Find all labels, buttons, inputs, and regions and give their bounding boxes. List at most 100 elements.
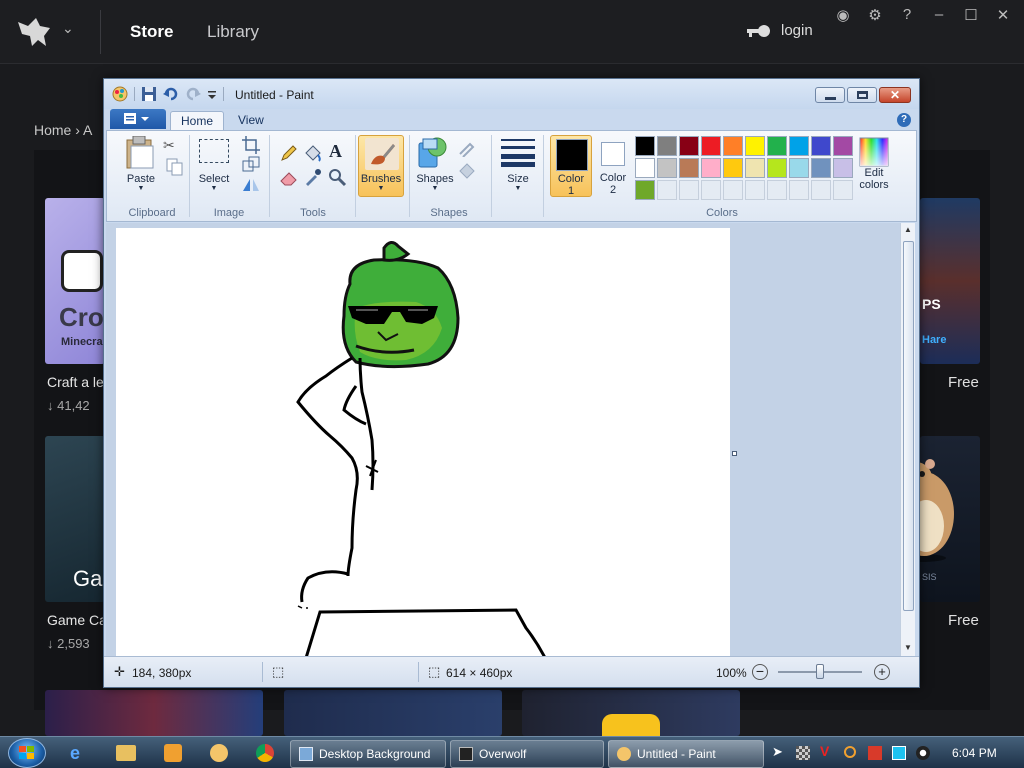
shapes-icon[interactable] (417, 137, 451, 169)
chevron-down-icon[interactable]: ⌄ (62, 20, 74, 37)
palette-custom-slot[interactable] (811, 180, 831, 200)
edit-colors-icon[interactable] (859, 137, 889, 167)
palette-color-swatch[interactable] (657, 158, 677, 178)
close-button[interactable]: ✕ (879, 87, 911, 103)
vertical-scrollbar[interactable]: ▲ ▼ (900, 223, 915, 656)
palette-color-swatch[interactable] (745, 158, 765, 178)
taskbar-button-paint[interactable]: Untitled - Paint (608, 740, 764, 768)
app-card-thumb[interactable] (45, 690, 263, 736)
paste-dropdown-icon[interactable]: ▼ (135, 185, 147, 192)
palette-color-swatch[interactable] (635, 136, 655, 156)
tab-view[interactable]: View (228, 111, 274, 131)
palette-custom-slot[interactable] (789, 180, 809, 200)
tray-flag-icon[interactable] (868, 746, 882, 760)
eraser-icon[interactable] (279, 167, 299, 187)
zoom-slider[interactable] (778, 664, 862, 679)
color1-button[interactable]: Color 1 (550, 135, 592, 197)
palette-color-swatch[interactable] (833, 136, 853, 156)
palette-custom-slot[interactable] (833, 180, 853, 200)
start-button[interactable] (8, 738, 46, 768)
canvas-resize-handle[interactable] (732, 451, 737, 456)
minimize-icon[interactable]: – (930, 6, 948, 24)
breadcrumb-next[interactable]: A (83, 122, 92, 138)
palette-color-swatch[interactable] (679, 136, 699, 156)
palette-color-swatch[interactable] (833, 158, 853, 178)
internet-explorer-icon[interactable]: e (70, 743, 90, 763)
zoom-in-button[interactable]: + (874, 664, 890, 680)
palette-color-swatch[interactable] (635, 158, 655, 178)
palette-color-swatch[interactable] (767, 136, 787, 156)
tray-v-icon[interactable]: V (820, 743, 834, 759)
tray-display-icon[interactable] (892, 746, 906, 760)
shape-fill-icon[interactable] (457, 159, 477, 179)
paste-label[interactable]: Paste (123, 173, 159, 185)
app-card-thumb[interactable]: PS Hare (920, 198, 980, 364)
tray-checker-icon[interactable] (796, 746, 810, 760)
scrollbar-thumb[interactable] (903, 241, 914, 611)
size-label[interactable]: Size (499, 173, 537, 185)
edit-colors-label[interactable]: Edit (853, 167, 895, 179)
palette-color-swatch[interactable] (635, 180, 655, 200)
scroll-down-icon[interactable]: ▼ (904, 643, 912, 652)
taskbar-button-desktop-background[interactable]: Desktop Background (290, 740, 446, 768)
color-picker-icon[interactable] (303, 167, 323, 187)
tab-home[interactable]: Home (170, 111, 225, 131)
magnifier-icon[interactable] (327, 167, 347, 187)
restore-button[interactable] (847, 87, 877, 103)
paint-taskbar-icon[interactable] (210, 744, 228, 762)
paste-icon[interactable] (125, 136, 157, 170)
outline-icon[interactable] (457, 137, 477, 157)
select-icon[interactable] (199, 139, 229, 163)
palette-custom-slot[interactable] (723, 180, 743, 200)
palette-color-swatch[interactable] (789, 158, 809, 178)
shapes-label[interactable]: Shapes (413, 173, 457, 185)
breadcrumb-home[interactable]: Home (34, 122, 71, 138)
palette-color-swatch[interactable] (657, 136, 677, 156)
help-icon[interactable]: ? (898, 6, 916, 24)
tray-search-icon[interactable] (844, 746, 856, 758)
media-player-icon[interactable] (164, 744, 182, 762)
app-card-thumb[interactable]: Ga (45, 436, 105, 602)
zoom-slider-thumb[interactable] (816, 664, 824, 679)
app-card-thumb[interactable] (522, 690, 740, 736)
shapes-dropdown-icon[interactable]: ▼ (429, 185, 441, 192)
brushes-button[interactable]: Brushes ▼ (358, 135, 404, 197)
login-button[interactable]: login (745, 22, 813, 39)
palette-custom-slot[interactable] (657, 180, 677, 200)
overwolf-logo-icon[interactable] (14, 12, 54, 52)
paint-menu-button[interactable] (110, 109, 166, 129)
close-icon[interactable]: ✕ (994, 6, 1012, 24)
palette-color-swatch[interactable] (789, 136, 809, 156)
palette-color-swatch[interactable] (701, 158, 721, 178)
palette-color-swatch[interactable] (767, 158, 787, 178)
nav-store[interactable]: Store (130, 22, 173, 42)
palette-color-swatch[interactable] (701, 136, 721, 156)
select-dropdown-icon[interactable]: ▼ (208, 185, 220, 192)
fill-icon[interactable] (303, 143, 323, 163)
palette-custom-slot[interactable] (701, 180, 721, 200)
discord-icon[interactable]: ◉ (834, 6, 852, 24)
drawing-canvas[interactable] (116, 228, 730, 656)
palette-color-swatch[interactable] (679, 158, 699, 178)
file-explorer-icon[interactable] (116, 745, 136, 761)
palette-color-swatch[interactable] (811, 158, 831, 178)
taskbar-button-overwolf[interactable]: Overwolf (450, 740, 604, 768)
copy-icon[interactable] (165, 157, 185, 177)
maximize-icon[interactable]: ☐ (962, 6, 980, 24)
app-card-title[interactable]: Craft a le (47, 374, 104, 390)
tray-obs-icon[interactable] (916, 746, 930, 760)
undo-icon[interactable] (163, 86, 179, 102)
tray-cursor-icon[interactable]: ➤ (772, 744, 786, 759)
palette-custom-slot[interactable] (679, 180, 699, 200)
clock[interactable]: 6:04 PM (952, 746, 997, 760)
pencil-icon[interactable] (279, 143, 299, 163)
cut-icon[interactable]: ✂ (163, 137, 183, 157)
palette-color-swatch[interactable] (723, 136, 743, 156)
palette-color-swatch[interactable] (723, 158, 743, 178)
resize-icon[interactable] (241, 155, 261, 175)
help-icon[interactable]: ? (897, 113, 911, 127)
palette-color-swatch[interactable] (811, 136, 831, 156)
palette-color-swatch[interactable] (745, 136, 765, 156)
gear-icon[interactable]: ⚙ (866, 6, 884, 24)
crop-icon[interactable] (241, 135, 261, 155)
